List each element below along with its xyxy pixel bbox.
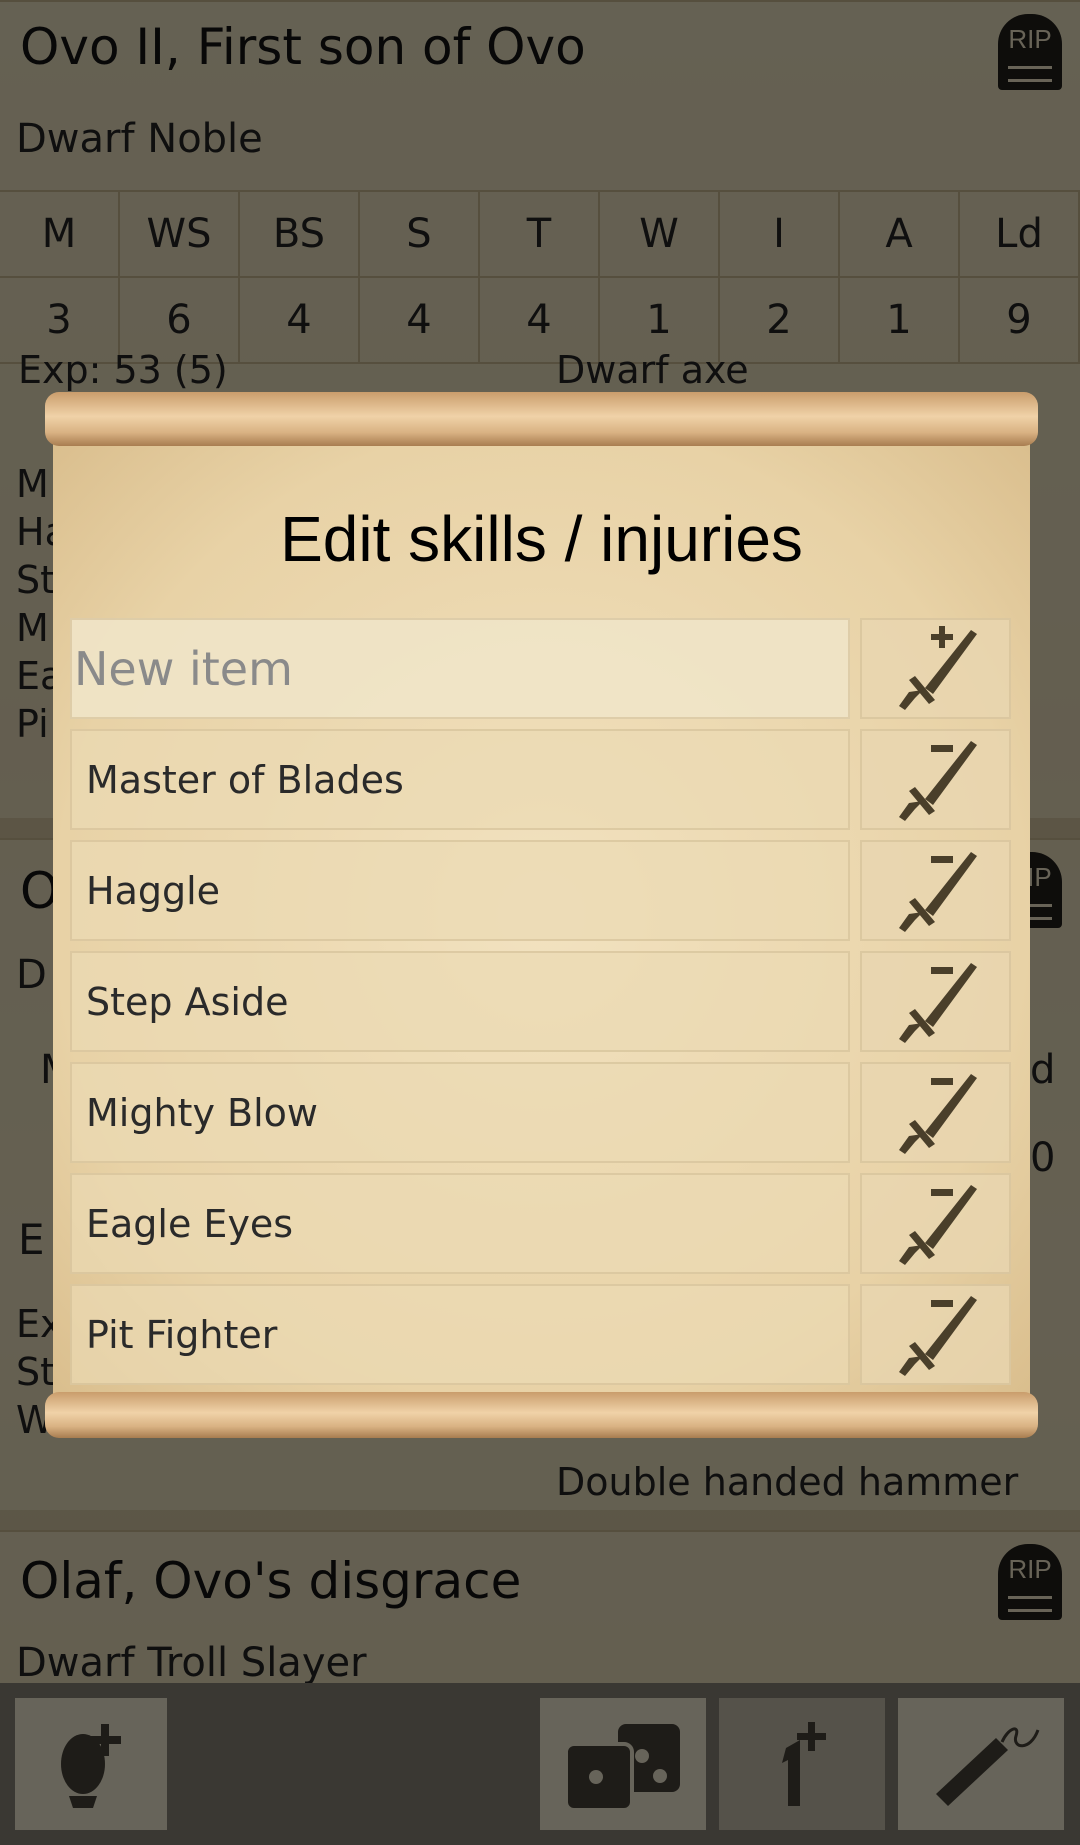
skill-item: M (16, 606, 49, 650)
remove-item-button[interactable] (860, 840, 1011, 941)
bottom-toolbar (0, 1683, 1080, 1845)
skill-item-field[interactable]: Pit Fighter (70, 1284, 850, 1385)
skill-row: Step Aside (70, 951, 1011, 1052)
roster-notes-button[interactable] (898, 1698, 1064, 1830)
dice-icon (564, 1724, 680, 1812)
sword-minus-icon (898, 851, 977, 932)
skill-item-field[interactable]: Master of Blades (70, 729, 850, 830)
warrior-type: D (16, 952, 47, 998)
remove-item-button[interactable] (860, 1173, 1011, 1274)
remove-item-button[interactable] (860, 951, 1011, 1052)
sword-minus-icon (898, 1295, 977, 1376)
skill-item: M (16, 462, 49, 506)
remove-item-button[interactable] (860, 1284, 1011, 1385)
remove-item-button[interactable] (860, 729, 1011, 830)
warrior-type: Dwarf Troll Slayer (16, 1640, 367, 1686)
skill-row: Master of Blades (70, 729, 1011, 830)
add-item-button[interactable] (860, 618, 1011, 719)
dice-button[interactable] (540, 1698, 706, 1830)
add-hero-button[interactable] (15, 1698, 167, 1830)
scroll-bottom-roll (45, 1392, 1038, 1438)
warrior-name: Ovo II, First son of Ovo (20, 18, 586, 76)
rip-icon[interactable]: RIP (998, 14, 1062, 90)
skill-item-field[interactable]: Haggle (70, 840, 850, 941)
skill-row: Mighty Blow (70, 1062, 1011, 1163)
sword-minus-icon (898, 962, 977, 1043)
remove-item-button[interactable] (860, 1062, 1011, 1163)
stat-header: T (480, 192, 600, 278)
stat-value: 4 (360, 278, 480, 364)
skill-item-field[interactable]: Eagle Eyes (70, 1173, 850, 1274)
stat-value: 4 (240, 278, 360, 364)
scroll-top-roll (45, 392, 1038, 446)
scroll-quill-icon (936, 1727, 1040, 1806)
skill-row: Pit Fighter (70, 1284, 1011, 1385)
stat-header: BS (240, 192, 360, 278)
stat-value: 1 (840, 278, 960, 364)
warrior-type: Dwarf Noble (16, 116, 263, 162)
sword-plus-icon (898, 625, 977, 710)
new-item-row: New item (70, 618, 1011, 719)
skill-row: Haggle (70, 840, 1011, 941)
stat-header: WS (120, 192, 240, 278)
stat-value: 9 (960, 278, 1080, 364)
stat-header: M (0, 192, 120, 278)
skill-row: Eagle Eyes (70, 1173, 1011, 1274)
add-henchman-icon (782, 1722, 826, 1806)
stat-table: M WS BS S T W I A Ld 3 6 4 4 4 1 2 1 9 (0, 190, 1080, 364)
add-henchman-button[interactable] (719, 1698, 885, 1830)
skill-item-field[interactable]: Step Aside (70, 951, 850, 1052)
edit-skills-dialog: Edit skills / injuries New item Master o… (45, 392, 1038, 1438)
experience: Exp: 53 (5) (18, 348, 228, 392)
sword-minus-icon (898, 1184, 977, 1265)
warrior-card-olaf[interactable]: Olaf, Ovo's disgrace RIP Dwarf Troll Sla… (0, 1530, 1080, 1686)
stat-header: I (720, 192, 840, 278)
warrior-name: Olaf, Ovo's disgrace (20, 1552, 522, 1610)
experience: E (18, 1215, 45, 1264)
dialog-title: Edit skills / injuries (280, 503, 803, 575)
new-item-input[interactable]: New item (70, 618, 850, 719)
stat-header: S (360, 192, 480, 278)
sword-minus-icon (898, 740, 977, 821)
stat-header: A (840, 192, 960, 278)
rip-icon[interactable]: RIP (998, 1544, 1062, 1620)
skill-item-field[interactable]: Mighty Blow (70, 1062, 850, 1163)
add-hero-icon (61, 1724, 121, 1808)
equipment-item: Dwarf axe (556, 348, 749, 392)
stat-header: Ld (960, 192, 1080, 278)
sword-minus-icon (898, 1073, 977, 1154)
skill-item: Pi (16, 702, 49, 746)
equipment-item: Double handed hammer (556, 1460, 1019, 1504)
stat-header: W (600, 192, 720, 278)
